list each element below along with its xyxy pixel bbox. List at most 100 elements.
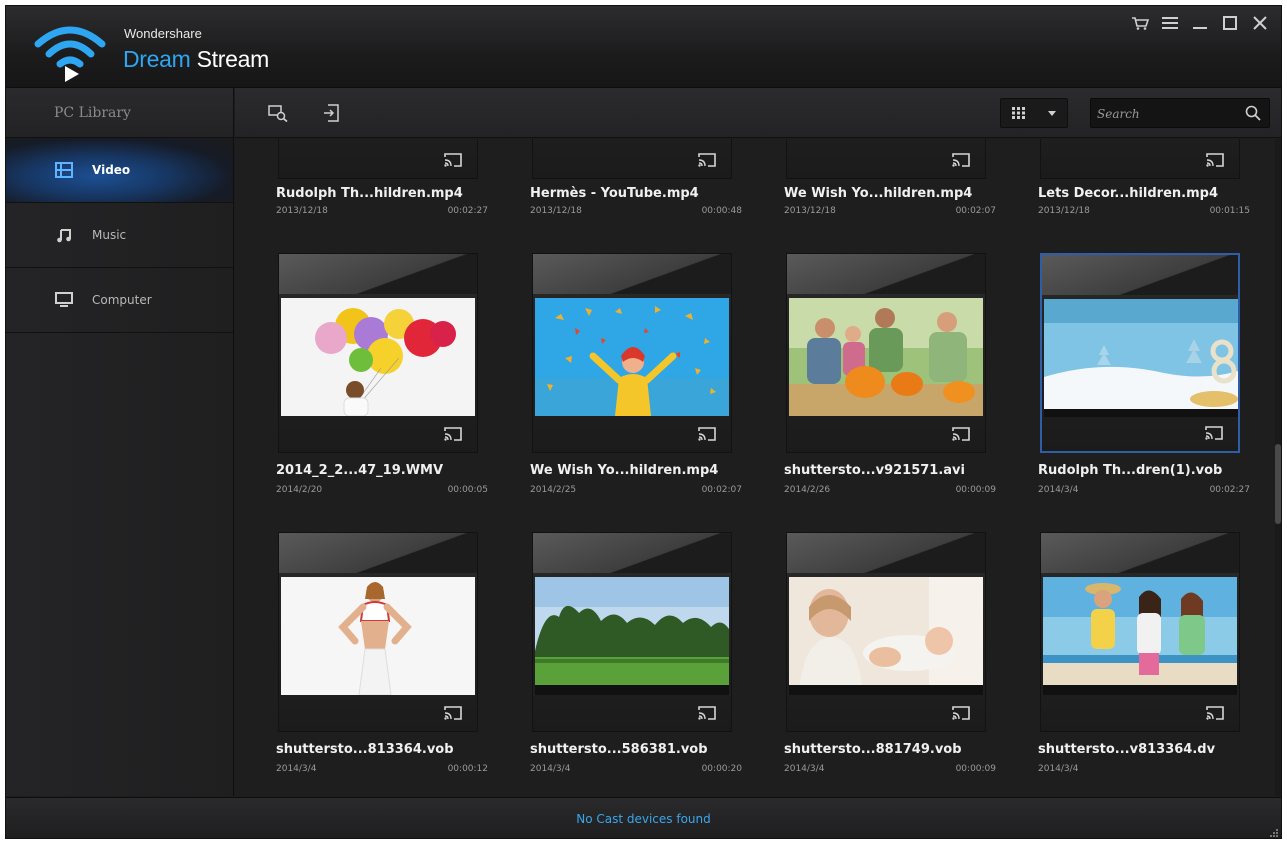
video-filename: We Wish Yo...hildren.mp4: [784, 186, 973, 201]
video-filename: Rudolph Th...dren(1).vob: [1038, 463, 1223, 478]
app-title: Dream Stream: [123, 46, 269, 73]
video-thumbnail[interactable]: [532, 253, 732, 453]
video-meta: 2014/2/25 00:02:07: [530, 485, 742, 495]
video-filename: shuttersto...v921571.avi: [784, 463, 965, 478]
minimize-button[interactable]: [1187, 12, 1213, 34]
cast-icon[interactable]: [951, 152, 971, 168]
video-date: 2014/2/26: [784, 485, 831, 495]
cart-icon: [1132, 17, 1149, 30]
video-filename: shuttersto...586381.vob: [530, 742, 708, 757]
minimize-icon: [1193, 27, 1207, 29]
cast-icon[interactable]: [1205, 705, 1225, 721]
close-button[interactable]: [1247, 12, 1273, 34]
video-date: 2014/2/25: [530, 485, 577, 495]
video-date: 2013/12/18: [784, 206, 836, 216]
cart-button[interactable]: [1127, 12, 1153, 34]
video-meta: 2014/2/20 00:00:05: [276, 485, 488, 495]
cast-icon[interactable]: [443, 705, 463, 721]
chevron-down-icon: [1048, 110, 1056, 116]
cast-icon[interactable]: [697, 705, 717, 721]
monitor-icon: [54, 291, 74, 309]
family-pumpkins-image: [789, 298, 983, 416]
autumn-leaves-girl-image: [535, 298, 729, 416]
cast-icon[interactable]: [1204, 425, 1224, 441]
snowy-scene-image: [1044, 299, 1238, 417]
video-duration: 00:00:12: [447, 764, 488, 774]
video-duration: 00:01:15: [1209, 206, 1250, 216]
cast-icon[interactable]: [951, 426, 971, 442]
app-title-rest: Stream: [190, 46, 270, 72]
video-thumbnail[interactable]: [532, 532, 732, 732]
search-media-icon[interactable]: [268, 104, 288, 122]
cast-icon[interactable]: [697, 152, 717, 168]
cast-icon[interactable]: [443, 426, 463, 442]
search-input[interactable]: [1097, 104, 1237, 124]
menu-button[interactable]: [1157, 12, 1183, 34]
sidebar-item-computer[interactable]: Computer: [6, 268, 233, 333]
video-thumbnail[interactable]: [1040, 253, 1240, 453]
cast-icon[interactable]: [951, 705, 971, 721]
cast-icon[interactable]: [697, 426, 717, 442]
music-note-icon: [54, 226, 74, 244]
video-date: 2014/3/4: [530, 764, 571, 774]
video-date: 2014/3/4: [784, 764, 825, 774]
video-filename: 2014_2_2...47_19.WMV: [276, 463, 444, 478]
video-duration: 00:00:05: [447, 485, 488, 495]
hamburger-menu-icon: [1162, 17, 1178, 29]
video-thumbnail[interactable]: [1040, 139, 1240, 179]
video-date: 2014/2/20: [276, 485, 323, 495]
forest-meadow-image: [535, 577, 729, 695]
video-date: 2013/12/18: [1038, 206, 1090, 216]
video-duration: 00:00:48: [701, 206, 742, 216]
video-meta: 2014/2/26 00:00:09: [784, 485, 996, 495]
video-thumbnail[interactable]: [532, 139, 732, 179]
sidebar: PC Library Video Music Computer: [6, 88, 234, 796]
video-thumbnail[interactable]: [786, 532, 986, 732]
close-icon: [1253, 16, 1267, 30]
maximize-icon: [1223, 16, 1237, 30]
video-thumbnail[interactable]: [1040, 532, 1240, 732]
maximize-button[interactable]: [1217, 12, 1243, 34]
cast-icon[interactable]: [443, 152, 463, 168]
video-meta: 2013/12/18 00:01:15: [1038, 206, 1250, 216]
video-thumbnail[interactable]: [278, 532, 478, 732]
video-duration: 00:00:20: [701, 764, 742, 774]
video-meta: 2013/12/18 00:00:48: [530, 206, 742, 216]
mother-baby-image: [789, 577, 983, 695]
video-filename: shuttersto...881749.vob: [784, 742, 962, 757]
video-filename: Hermès - YouTube.mp4: [530, 186, 699, 201]
cast-icon[interactable]: [1205, 152, 1225, 168]
video-thumbnail[interactable]: [786, 253, 986, 453]
search-box: [1090, 98, 1270, 128]
brand-company: Wondershare: [124, 26, 202, 41]
film-icon: [54, 161, 74, 179]
video-grid: Rudolph Th...hildren.mp4 2013/12/18 00:02…: [235, 139, 1281, 796]
scrollbar-thumb[interactable]: [1275, 444, 1281, 524]
resize-grip-icon[interactable]: [1268, 827, 1278, 837]
video-duration: 00:02:27: [447, 206, 488, 216]
video-meta: 2013/12/18 00:02:07: [784, 206, 996, 216]
import-icon[interactable]: [323, 104, 343, 122]
video-duration: 00:02:07: [701, 485, 742, 495]
video-meta: 2014/3/4 00:00:09: [784, 764, 996, 774]
search-icon[interactable]: [1245, 105, 1261, 121]
sidebar-item-music[interactable]: Music: [6, 203, 233, 268]
video-thumbnail[interactable]: [278, 253, 478, 453]
video-filename: shuttersto...813364.vob: [276, 742, 454, 757]
toolbar: [235, 88, 1281, 138]
cast-status-text: No Cast devices found: [576, 812, 711, 826]
app-window: Wondershare Dream Stream PC Library Vide…: [5, 5, 1282, 839]
window-controls: [1127, 12, 1273, 34]
woman-fitness-image: [281, 577, 475, 695]
video-meta: 2014/3/4 00:02:27: [1038, 485, 1250, 495]
grid-view-icon: [1012, 107, 1025, 119]
video-thumbnail[interactable]: [786, 139, 986, 179]
sidebar-item-label: Video: [92, 163, 131, 177]
sidebar-item-video[interactable]: Video: [6, 138, 233, 203]
video-duration: 00:02:27: [1209, 485, 1250, 495]
video-thumbnail[interactable]: [278, 139, 478, 179]
video-date: 2014/3/4: [276, 764, 317, 774]
video-date: 2013/12/18: [276, 206, 328, 216]
video-filename: We Wish Yo...hildren.mp4: [530, 463, 719, 478]
view-mode-dropdown[interactable]: [1000, 98, 1068, 128]
